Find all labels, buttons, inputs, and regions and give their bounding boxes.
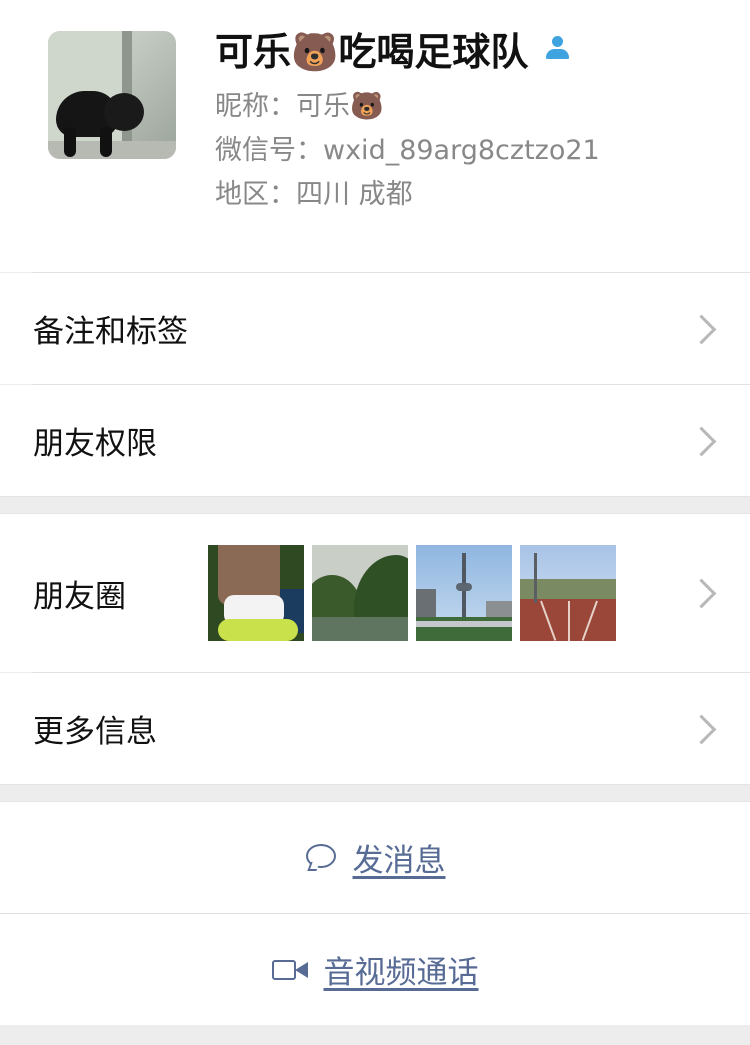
person-icon — [542, 33, 572, 63]
send-message-button[interactable]: 发消息 — [0, 802, 750, 913]
avatar[interactable] — [48, 31, 176, 159]
chevron-right-icon — [686, 714, 717, 744]
chevron-right-icon — [686, 314, 717, 344]
section-gap — [0, 496, 750, 514]
wechat-id-value: wxid_89arg8cztzo21 — [323, 135, 600, 166]
nickname-label: 昵称： — [215, 91, 296, 122]
chat-bubble-icon — [305, 843, 339, 873]
video-camera-icon — [271, 957, 310, 983]
region-label: 地区： — [215, 179, 296, 210]
wechat-id-label: 微信号： — [215, 135, 323, 166]
avatar-dog-leg — [100, 127, 112, 157]
chevron-right-icon — [686, 578, 717, 609]
avatar-dog-leg — [64, 127, 76, 157]
row-remarks-tags[interactable]: 备注和标签 — [0, 273, 750, 384]
moments-thumbnail[interactable] — [520, 545, 616, 641]
row-moments[interactable]: 朋友圈 — [0, 514, 750, 672]
profile-header: 可乐🐻吃喝足球队 昵称：可乐🐻 微信号：wxid_89arg8cztzo21 地… — [0, 0, 750, 272]
nickname-value: 可乐🐻 — [296, 91, 384, 122]
row-more-info[interactable]: 更多信息 — [0, 673, 750, 784]
avatar-dog-head — [104, 93, 144, 131]
moments-thumbnail[interactable] — [312, 545, 408, 641]
send-message-label: 发消息 — [352, 843, 446, 879]
row-label: 备注和标签 — [33, 314, 188, 350]
region-value: 四川 成都 — [296, 179, 413, 210]
display-name: 可乐🐻吃喝足球队 — [215, 29, 529, 74]
nickname-line: 昵称：可乐🐻 — [215, 84, 384, 123]
moments-thumbnail[interactable] — [208, 545, 304, 641]
video-call-button[interactable]: 音视频通话 — [0, 914, 750, 1025]
row-friend-permissions[interactable]: 朋友权限 — [0, 385, 750, 496]
row-label: 朋友圈 — [33, 578, 126, 615]
moments-thumbnail[interactable] — [416, 545, 512, 641]
moments-thumbnails — [208, 545, 616, 641]
region-line: 地区：四川 成都 — [215, 172, 413, 211]
video-call-label: 音视频通话 — [323, 955, 479, 991]
section-gap — [0, 784, 750, 802]
row-label: 更多信息 — [33, 714, 157, 750]
wechat-id-line: 微信号：wxid_89arg8cztzo21 — [215, 128, 600, 167]
name-row: 可乐🐻吃喝足球队 — [215, 24, 572, 74]
row-label: 朋友权限 — [33, 426, 157, 462]
chevron-right-icon — [686, 426, 717, 456]
bottom-gap — [0, 1025, 750, 1045]
